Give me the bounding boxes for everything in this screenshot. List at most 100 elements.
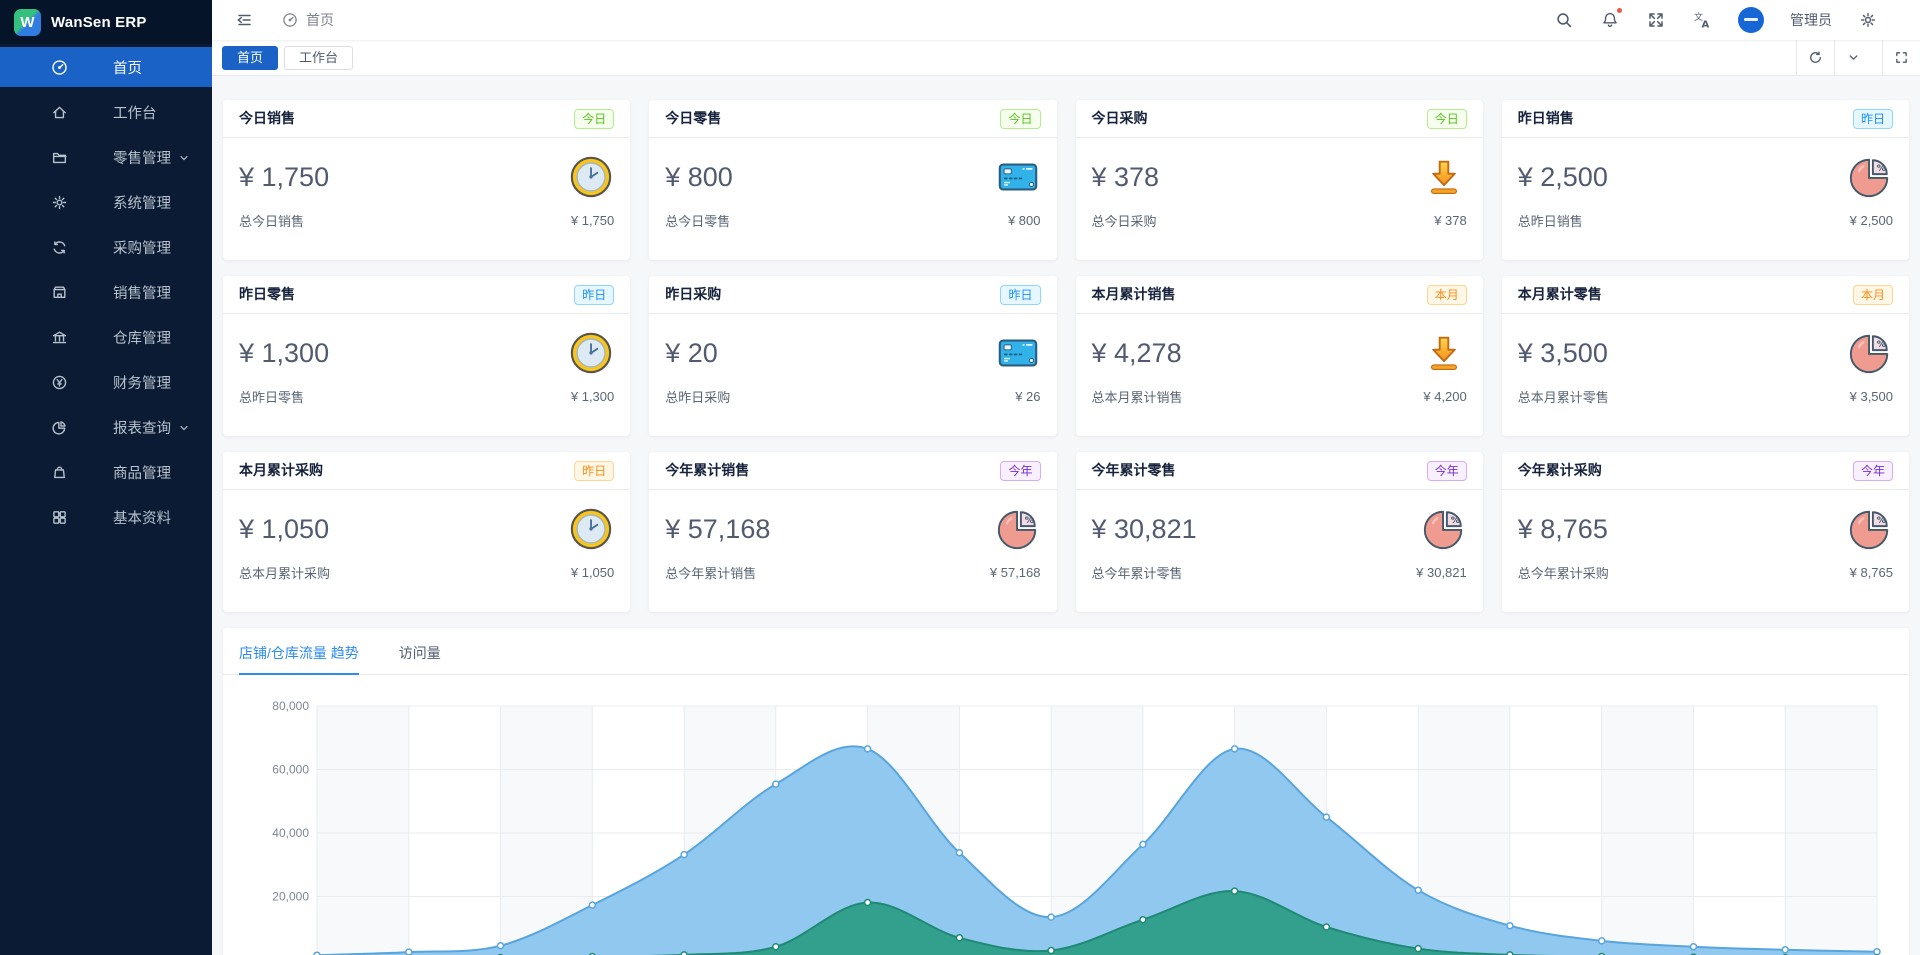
stat-card-footer-value: ¥ 1,050 bbox=[571, 565, 614, 580]
stat-card-icon bbox=[1421, 330, 1467, 376]
sidebar-item-icon bbox=[51, 59, 73, 76]
stat-card-footer-label: 总今年累计零售 bbox=[1092, 563, 1183, 582]
sidebar-item-4[interactable]: 采购管理 bbox=[0, 227, 212, 267]
svg-text:A: A bbox=[1702, 20, 1710, 30]
sidebar-item-6[interactable]: 仓库管理 bbox=[0, 317, 212, 357]
sidebar-item-label: 商品管理 bbox=[113, 462, 171, 483]
stat-card-footer: 总本月累计零售 ¥ 3,500 bbox=[1502, 376, 1909, 406]
sidebar-item-9[interactable]: 商品管理 bbox=[0, 452, 212, 492]
sidebar-item-icon bbox=[51, 464, 73, 481]
top-header: 首页 文A 管理员 bbox=[212, 0, 1920, 40]
stat-card-footer-value: ¥ 1,750 bbox=[571, 213, 614, 228]
refresh-icon[interactable] bbox=[1796, 40, 1834, 76]
stat-card-footer: 总今年累计销售 ¥ 57,168 bbox=[649, 552, 1056, 582]
sidebar-item-8[interactable]: 报表查询 bbox=[0, 407, 212, 447]
stat-card-value: ¥ 378 bbox=[1092, 162, 1160, 193]
status-badge: 本月 bbox=[1427, 285, 1467, 305]
stat-card-footer-label: 总本月累计采购 bbox=[239, 563, 330, 582]
svg-text:%: % bbox=[1024, 516, 1033, 526]
stat-card-header: 今日采购 今日 bbox=[1076, 100, 1483, 138]
chevron-down-icon bbox=[178, 421, 190, 433]
sidebar-item-1[interactable]: 工作台 bbox=[0, 92, 212, 132]
stat-card-value: ¥ 57,168 bbox=[665, 514, 770, 545]
stat-card-body: ¥ 8,765 % bbox=[1502, 490, 1909, 552]
sidebar-item-5[interactable]: 销售管理 bbox=[0, 272, 212, 312]
stat-card-1: 今日零售 今日 ¥ 800 总今日零售 ¥ 800 bbox=[649, 100, 1056, 260]
stat-card-footer-value: ¥ 2,500 bbox=[1850, 213, 1893, 228]
notifications-bell-icon[interactable] bbox=[1600, 10, 1620, 30]
stat-card-footer-value: ¥ 4,200 bbox=[1423, 389, 1466, 404]
logo: W WanSen ERP bbox=[0, 0, 212, 44]
stat-card-footer-label: 总本月累计零售 bbox=[1518, 387, 1609, 406]
sidebar-item-icon bbox=[51, 149, 73, 166]
chart-area: 80,00060,00040,00020,000 bbox=[223, 675, 1909, 955]
main-area: 首页 文A 管理员 首页 工作台 bbox=[212, 0, 1920, 955]
stat-card-footer-label: 总今年累计销售 bbox=[665, 563, 756, 582]
status-badge: 今年 bbox=[1000, 461, 1040, 481]
stat-card-3: 昨日销售 昨日 ¥ 2,500 % 总昨日销售 ¥ 2,500 bbox=[1502, 100, 1909, 260]
chevron-down-icon bbox=[178, 151, 190, 163]
stat-card-footer-label: 总昨日采购 bbox=[665, 387, 730, 406]
status-badge: 今年 bbox=[1853, 461, 1893, 481]
sidebar-item-0[interactable]: 首页 bbox=[0, 47, 212, 87]
user-avatar[interactable] bbox=[1738, 7, 1764, 33]
translate-icon[interactable]: 文A bbox=[1692, 10, 1712, 30]
stat-card-header: 今年累计采购 今年 bbox=[1502, 452, 1909, 490]
sidebar-item-2[interactable]: 零售管理 bbox=[0, 137, 212, 177]
status-badge: 昨日 bbox=[574, 461, 614, 481]
stat-card-footer-value: ¥ 378 bbox=[1434, 213, 1467, 228]
tab-caret-down-icon[interactable] bbox=[1834, 40, 1872, 76]
search-icon[interactable] bbox=[1554, 10, 1574, 30]
sidebar-item-10[interactable]: 基本资料 bbox=[0, 497, 212, 537]
stat-card-6: 本月累计销售 本月 ¥ 4,278 总本月累计销售 ¥ 4,200 bbox=[1076, 276, 1483, 436]
maximize-icon[interactable] bbox=[1882, 40, 1920, 76]
chart-tab-1[interactable]: 访问量 bbox=[399, 643, 441, 674]
sidebar-item-label: 销售管理 bbox=[113, 282, 171, 303]
trend-chart-card: 店铺/仓库流量 趋势 访问量 80,00060,00040,00020,000 bbox=[223, 628, 1909, 955]
sidebar-item-icon bbox=[51, 104, 73, 121]
page-tab-0[interactable]: 首页 bbox=[222, 46, 278, 70]
fullscreen-expand-icon[interactable] bbox=[1646, 10, 1666, 30]
stat-cards-grid: 今日销售 今日 ¥ 1,750 总今日销售 ¥ 1,750 bbox=[223, 100, 1909, 612]
page-tabs: 首页 工作台 bbox=[222, 46, 1796, 70]
stat-card-header: 昨日采购 昨日 bbox=[649, 276, 1056, 314]
admin-label[interactable]: 管理员 bbox=[1790, 10, 1832, 30]
status-badge: 昨日 bbox=[1853, 109, 1893, 129]
sidebar-item-label: 仓库管理 bbox=[113, 327, 171, 348]
stat-card-11: 今年累计采购 今年 ¥ 8,765 % 总今年累计采购 ¥ 8,765 bbox=[1502, 452, 1909, 612]
stat-card-header: 昨日零售 昨日 bbox=[223, 276, 630, 314]
header-left: 首页 bbox=[212, 10, 334, 30]
stat-card-footer: 总本月累计销售 ¥ 4,200 bbox=[1076, 376, 1483, 406]
page-tab-1[interactable]: 工作台 bbox=[284, 46, 353, 70]
breadcrumb[interactable]: 首页 bbox=[282, 10, 334, 30]
dashboard-icon bbox=[282, 12, 298, 28]
status-badge: 今日 bbox=[1000, 109, 1040, 129]
stat-card-body: ¥ 20 bbox=[649, 314, 1056, 376]
stat-card-title: 今日销售 bbox=[239, 100, 295, 137]
notification-badge-dot bbox=[1616, 7, 1623, 14]
stat-card-icon bbox=[995, 154, 1041, 200]
stat-card-header: 今日零售 今日 bbox=[649, 100, 1056, 138]
sidebar-item-label: 基本资料 bbox=[113, 507, 171, 528]
svg-text:60,000: 60,000 bbox=[272, 763, 309, 777]
stat-card-footer: 总今年累计零售 ¥ 30,821 bbox=[1076, 552, 1483, 582]
settings-gear-icon[interactable] bbox=[1858, 10, 1878, 30]
sidebar-item-7[interactable]: 财务管理 bbox=[0, 362, 212, 402]
stat-card-title: 昨日销售 bbox=[1518, 100, 1574, 137]
stat-card-icon bbox=[1421, 154, 1467, 200]
stat-card-icon bbox=[568, 154, 614, 200]
stat-card-icon: % bbox=[1847, 154, 1893, 200]
sidebar-item-3[interactable]: 系统管理 bbox=[0, 182, 212, 222]
sidebar-item-icon bbox=[51, 239, 73, 256]
stat-card-header: 昨日销售 昨日 bbox=[1502, 100, 1909, 138]
stat-card-header: 今年累计零售 今年 bbox=[1076, 452, 1483, 490]
stat-card-7: 本月累计零售 本月 ¥ 3,500 % 总本月累计零售 ¥ 3,500 bbox=[1502, 276, 1909, 436]
sidebar-item-icon bbox=[51, 284, 73, 301]
stat-card-icon: % bbox=[1421, 506, 1467, 552]
stat-card-footer: 总今日采购 ¥ 378 bbox=[1076, 200, 1483, 230]
chart-tabs: 店铺/仓库流量 趋势 访问量 bbox=[223, 628, 1909, 675]
stat-card-2: 今日采购 今日 ¥ 378 总今日采购 ¥ 378 bbox=[1076, 100, 1483, 260]
sidebar-collapse-icon[interactable] bbox=[234, 10, 254, 30]
trend-chart: 80,00060,00040,00020,000 bbox=[239, 683, 1893, 955]
chart-tab-0[interactable]: 店铺/仓库流量 趋势 bbox=[239, 643, 359, 674]
